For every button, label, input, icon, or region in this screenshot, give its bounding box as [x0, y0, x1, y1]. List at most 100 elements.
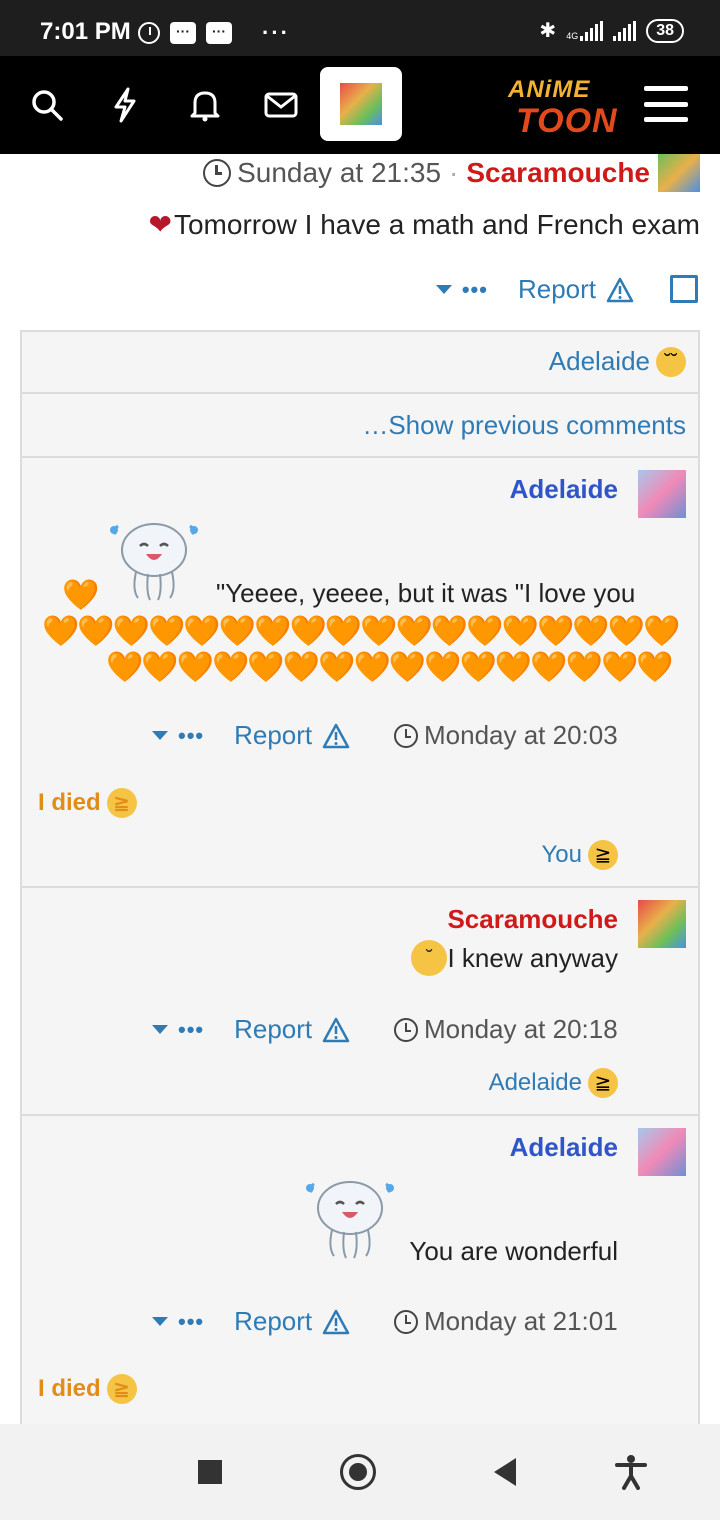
- crying-jellyfish-sticker: [110, 523, 198, 601]
- comment-actions: ••• Report: [152, 720, 350, 751]
- comment-body: ˘ I knew anyway: [411, 940, 618, 976]
- comment-timestamp[interactable]: Monday at 21:01: [424, 1306, 618, 1337]
- comment-author-avatar[interactable]: [638, 470, 686, 518]
- comment-item: Adelaide 🧡 "Yeeee, yeeee, but it was "I …: [22, 458, 698, 888]
- comment-meta: Monday at 20:03: [394, 720, 618, 751]
- post-author[interactable]: Scaramouche: [466, 157, 650, 189]
- cell-signal-1-icon: 4G: [566, 20, 604, 41]
- comment-author[interactable]: Scaramouche: [447, 904, 618, 935]
- sad-emoji-icon: ˘˘: [656, 346, 686, 377]
- author-avatar[interactable]: [658, 154, 700, 192]
- rofl-emoji-icon: ≧: [106, 1374, 137, 1404]
- more-options-icon[interactable]: •••: [178, 1017, 204, 1043]
- comment-timestamp[interactable]: Monday at 20:03: [424, 720, 618, 751]
- report-link[interactable]: Report: [234, 1306, 312, 1337]
- hamburger-icon[interactable]: [644, 86, 688, 122]
- crying-jellyfish-sticker: [306, 1181, 394, 1259]
- reaction-label: I died ≧: [38, 1374, 137, 1404]
- comment-meta: Monday at 21:01: [394, 1306, 618, 1337]
- clock-icon: [394, 1309, 418, 1334]
- comment-text: I knew anyway: [447, 942, 618, 973]
- accessibility-icon[interactable]: [614, 1454, 648, 1490]
- caret-down-icon[interactable]: [435, 285, 452, 294]
- reaction-text[interactable]: I died: [38, 789, 101, 817]
- comment-timestamp[interactable]: Monday at 20:18: [424, 1014, 618, 1045]
- reaction-summary-row: Adelaide ˘˘: [22, 332, 698, 394]
- bell-icon: [190, 91, 220, 122]
- warning-icon: [606, 277, 634, 303]
- account-avatar-button[interactable]: [320, 67, 402, 141]
- avatar: [340, 83, 382, 125]
- reaction-text[interactable]: I died: [38, 1375, 101, 1403]
- reaction-user[interactable]: Adelaide: [489, 1069, 582, 1097]
- status-body: Tomorrow I have a math and French exam: [173, 208, 700, 240]
- warning-icon: [322, 1017, 350, 1043]
- rofl-emoji-icon: ≧: [588, 1068, 618, 1098]
- warning-icon: [322, 1309, 350, 1335]
- alerts-button[interactable]: [180, 80, 230, 130]
- comment-author[interactable]: Adelaide: [510, 474, 618, 505]
- clock-icon: [394, 1017, 418, 1042]
- show-previous-row: …Show previous comments: [22, 394, 698, 458]
- clock-icon: [203, 159, 232, 187]
- whats-new-button[interactable]: [100, 80, 150, 130]
- search-icon: [32, 90, 63, 121]
- comments-thread: Adelaide ˘˘ …Show previous comments Adel…: [20, 330, 700, 1424]
- bluetooth-icon: ✱: [539, 20, 557, 42]
- rofl-emoji-icon: ≧: [106, 788, 137, 818]
- clock-icon: [394, 723, 418, 748]
- recents-square-icon[interactable]: [198, 1460, 222, 1484]
- profile-post-text: ❤ Tomorrow I have a math and French exam: [149, 208, 700, 241]
- site-navbar: ANiME TOON: [0, 56, 720, 154]
- status-notification-icons: ··· ··· ···: [138, 20, 290, 46]
- reaction-summary: Adelaide ≧: [489, 1068, 618, 1098]
- reaction-user[interactable]: You: [542, 841, 583, 869]
- status-system-icons: ✱ 4G 38: [539, 18, 684, 43]
- post-actions: ••• Report: [435, 274, 634, 305]
- more-options-icon[interactable]: •••: [178, 1309, 204, 1335]
- heart-emoji-row-2: 🧡🧡🧡🧡🧡🧡🧡🧡🧡🧡🧡🧡🧡🧡🧡🧡: [106, 651, 674, 684]
- broken-heart-icon: ❤: [148, 209, 172, 240]
- search-button[interactable]: [22, 80, 72, 130]
- system-navigation-bar: [0, 1424, 720, 1520]
- more-options-icon[interactable]: •••: [462, 277, 488, 303]
- report-link[interactable]: Report: [518, 274, 596, 305]
- site-logo[interactable]: ANiME TOON: [486, 70, 617, 142]
- battery-level: 38: [646, 18, 684, 43]
- flash-icon: [114, 87, 136, 123]
- smirk-emoji-icon: ˘: [411, 940, 448, 976]
- inbox-button[interactable]: [256, 80, 306, 130]
- reaction-summary: You ≧: [542, 840, 618, 870]
- mail-icon: [264, 92, 298, 118]
- post-meta: Sunday at 21:35 · Scaramouche: [203, 154, 700, 192]
- caret-down-icon[interactable]: [152, 1025, 168, 1034]
- chat-icon: ···: [206, 22, 232, 44]
- heart-emoji-single: 🧡: [62, 579, 99, 612]
- home-circle-icon[interactable]: [340, 1454, 376, 1490]
- network-type: 4G: [566, 30, 579, 41]
- comment-author[interactable]: Adelaide: [510, 1132, 618, 1163]
- logo-text-bottom: TOON: [516, 102, 618, 140]
- show-previous-comments-link[interactable]: …Show previous comments: [362, 410, 686, 441]
- status-time: 7:01 PM: [40, 18, 131, 45]
- alarm-icon: [138, 22, 160, 44]
- select-checkbox[interactable]: [670, 275, 698, 303]
- caret-down-icon[interactable]: [152, 731, 168, 740]
- comment-author-avatar[interactable]: [638, 1128, 686, 1176]
- comment-author-avatar[interactable]: [638, 900, 686, 948]
- comment-actions: ••• Report: [152, 1014, 350, 1045]
- reaction-summary-user[interactable]: Adelaide: [549, 346, 650, 377]
- meta-separator: ·: [449, 157, 459, 188]
- post-timestamp[interactable]: Sunday at 21:35: [237, 157, 441, 189]
- comment-meta: Monday at 20:18: [394, 1014, 618, 1045]
- comment-item: Scaramouche ˘ I knew anyway ••• Report M…: [22, 888, 698, 1116]
- report-link[interactable]: Report: [234, 720, 312, 751]
- warning-icon: [322, 723, 350, 749]
- comment-text: "Yeeee, yeeee, but it was "I love you: [216, 578, 636, 608]
- caret-down-icon[interactable]: [152, 1317, 168, 1326]
- logo-text-top: ANiME: [508, 76, 591, 103]
- cell-signal-2-icon: [613, 20, 637, 41]
- more-options-icon[interactable]: •••: [178, 723, 204, 749]
- back-icon[interactable]: [494, 1458, 516, 1486]
- report-link[interactable]: Report: [234, 1014, 312, 1045]
